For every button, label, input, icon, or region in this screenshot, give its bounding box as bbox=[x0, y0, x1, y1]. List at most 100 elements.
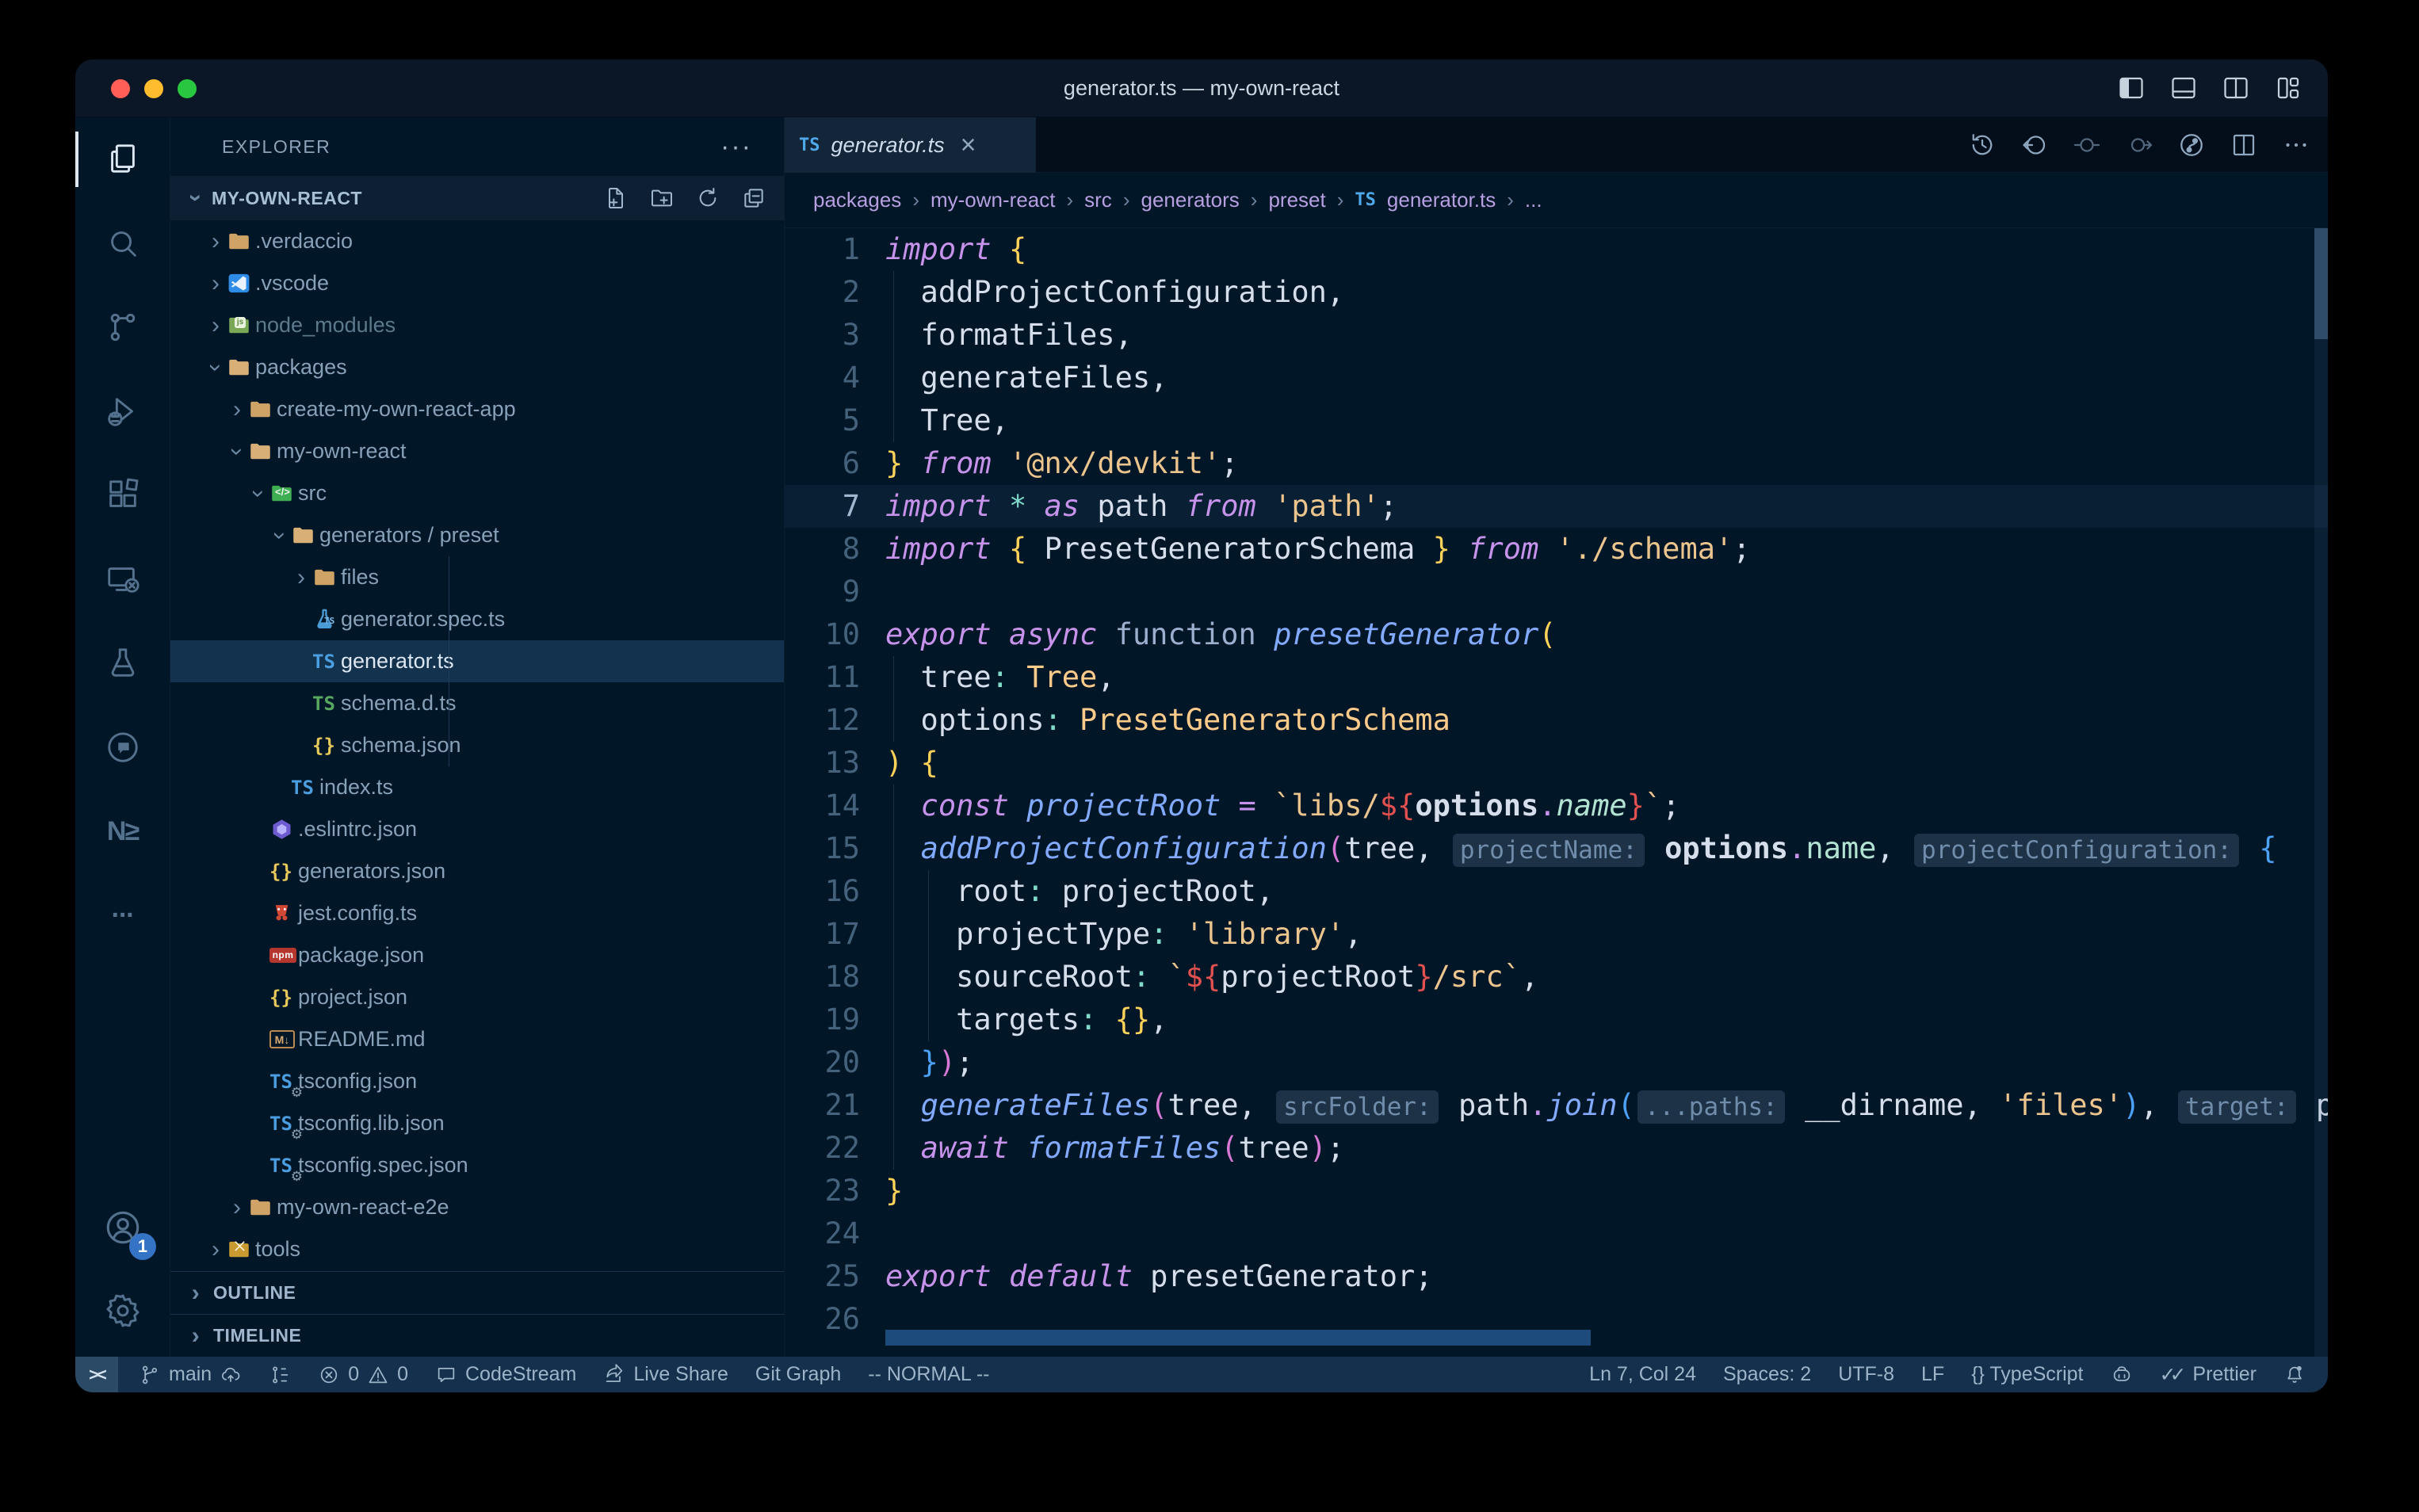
vertical-scrollbar-thumb[interactable] bbox=[2314, 228, 2328, 339]
breadcrumb-item[interactable]: src bbox=[1084, 188, 1112, 212]
activity-nx-console[interactable]: N≥ bbox=[75, 789, 170, 873]
activity-run-debug[interactable] bbox=[75, 369, 170, 453]
status-codestream[interactable]: CodeStream bbox=[435, 1363, 576, 1386]
status-prettier[interactable]: ✓✓Prettier bbox=[2160, 1363, 2257, 1387]
status-live-share[interactable]: Live Share bbox=[603, 1363, 728, 1386]
eslint-file-icon bbox=[269, 808, 298, 850]
close-tab-icon[interactable]: × bbox=[961, 130, 976, 161]
remote-indicator[interactable]: >< bbox=[75, 1357, 118, 1392]
status-vim-mode[interactable]: -- NORMAL -- bbox=[868, 1363, 989, 1386]
tree-item-readme-md[interactable]: M↓README.md bbox=[170, 1018, 784, 1060]
breadcrumb-item[interactable]: packages bbox=[813, 188, 901, 212]
chevron-down-icon: › bbox=[182, 187, 209, 209]
chevron-down-icon: › bbox=[224, 441, 250, 463]
project-name: MY-OWN-REACT bbox=[212, 188, 362, 209]
tab-generator-ts[interactable]: TS generator.ts × bbox=[785, 117, 1036, 173]
status-notifications[interactable] bbox=[2283, 1364, 2306, 1386]
tree-item-node-modules[interactable]: ›jsnode_modules bbox=[170, 304, 784, 346]
new-file-icon[interactable] bbox=[603, 185, 629, 211]
tree-item-tools[interactable]: ›tools bbox=[170, 1228, 784, 1270]
tree-item-generators-json[interactable]: {}generators.json bbox=[170, 850, 784, 892]
tree-item-schema-d-ts[interactable]: TSschema.d.ts bbox=[170, 682, 784, 724]
breadcrumb-file[interactable]: generator.ts bbox=[1387, 188, 1496, 212]
code-editor[interactable]: 1import {2 addProjectConfiguration,3 for… bbox=[785, 228, 2328, 1357]
activity-search[interactable] bbox=[75, 201, 170, 285]
customize-layout-icon[interactable] bbox=[2274, 74, 2302, 102]
breadcrumb-item[interactable]: my-own-react bbox=[931, 188, 1055, 212]
open-previous-revision-icon[interactable] bbox=[2020, 131, 2049, 159]
line-number: 15 bbox=[785, 827, 885, 870]
status-branch[interactable]: main bbox=[139, 1363, 242, 1386]
breadcrumb-item[interactable]: preset bbox=[1268, 188, 1325, 212]
file-history-icon[interactable] bbox=[2177, 131, 2206, 159]
tree-item-generators-preset[interactable]: ›generators / preset bbox=[170, 514, 784, 556]
collapse-all-icon[interactable] bbox=[741, 185, 766, 211]
activity-source-control[interactable] bbox=[75, 285, 170, 369]
files-icon bbox=[105, 141, 141, 178]
activity-explorer[interactable] bbox=[75, 117, 170, 201]
tree-item-project-json[interactable]: {}project.json bbox=[170, 976, 784, 1018]
status-cursor-position[interactable]: Ln 7, Col 24 bbox=[1589, 1363, 1696, 1386]
line-number: 22 bbox=[785, 1127, 885, 1170]
tree-item-schema-json[interactable]: {}schema.json bbox=[170, 724, 784, 766]
toggle-panel-icon[interactable] bbox=[2169, 74, 2198, 102]
settings-gear-button[interactable] bbox=[75, 1271, 170, 1350]
tsconfig-file-icon: TS⚙ bbox=[269, 1102, 298, 1144]
more-actions-icon[interactable] bbox=[2282, 131, 2310, 159]
tree-item-package-json[interactable]: npmpackage.json bbox=[170, 934, 784, 976]
breadcrumb-item[interactable]: generators bbox=[1141, 188, 1239, 212]
status-git-compare[interactable] bbox=[269, 1364, 291, 1386]
tree-item--verdaccio[interactable]: ›.verdaccio bbox=[170, 220, 784, 262]
tree-item-my-own-react[interactable]: ›my-own-react bbox=[170, 430, 784, 472]
tree-item-generator-spec-ts[interactable]: TSgenerator.spec.ts bbox=[170, 598, 784, 640]
tree-item-create-my-own-react-app[interactable]: ›create-my-own-react-app bbox=[170, 388, 784, 430]
status-eol[interactable]: LF bbox=[1921, 1363, 1944, 1386]
status-git-graph[interactable]: Git Graph bbox=[755, 1363, 841, 1386]
typescript-file-icon: TS bbox=[799, 136, 820, 155]
activity-codestream[interactable] bbox=[75, 705, 170, 789]
breadcrumb-symbol-path[interactable]: ... bbox=[1525, 188, 1542, 212]
tree-item-files[interactable]: ›files bbox=[170, 556, 784, 598]
status-encoding[interactable]: UTF-8 bbox=[1838, 1363, 1894, 1386]
tree-item-tsconfig-lib-json[interactable]: TS⚙tsconfig.lib.json bbox=[170, 1102, 784, 1144]
tree-item--eslintrc-json[interactable]: .eslintrc.json bbox=[170, 808, 784, 850]
project-section-header[interactable]: › MY-OWN-REACT bbox=[170, 176, 784, 220]
section-timeline[interactable]: ›TIMELINE bbox=[170, 1314, 784, 1357]
tree-item--vscode[interactable]: ›.vscode bbox=[170, 262, 784, 304]
chevron-right-icon: › bbox=[226, 396, 248, 423]
tree-item-generator-ts[interactable]: TSgenerator.ts bbox=[170, 640, 784, 682]
toggle-secondary-sidebar-icon[interactable] bbox=[2222, 74, 2250, 102]
views-more-actions-icon[interactable]: ··· bbox=[720, 132, 752, 162]
section-outline[interactable]: ›OUTLINE bbox=[170, 1271, 784, 1314]
split-editor-icon[interactable] bbox=[2230, 131, 2258, 159]
status-indentation[interactable]: Spaces: 2 bbox=[1723, 1363, 1811, 1386]
line-number: 2 bbox=[785, 271, 885, 314]
toggle-primary-sidebar-icon[interactable] bbox=[2117, 74, 2146, 102]
activity-bar: N≥··· 1 bbox=[75, 117, 170, 1357]
activity-more[interactable]: ··· bbox=[75, 873, 170, 957]
status-copilot[interactable] bbox=[2111, 1364, 2133, 1386]
bell-icon bbox=[2283, 1364, 2306, 1386]
tree-item-src[interactable]: ›</>src bbox=[170, 472, 784, 514]
typescript-file-icon: TS bbox=[312, 640, 341, 682]
tree-item-jest-config-ts[interactable]: jest.config.ts bbox=[170, 892, 784, 934]
accounts-button[interactable]: 1 bbox=[75, 1184, 170, 1271]
status-problems[interactable]: 00 bbox=[318, 1363, 408, 1386]
activity-extensions[interactable] bbox=[75, 453, 170, 537]
activity-remote-explorer[interactable] bbox=[75, 537, 170, 621]
vertical-scrollbar[interactable] bbox=[2314, 228, 2328, 1357]
tree-item-tsconfig-json[interactable]: TS⚙tsconfig.json bbox=[170, 1060, 784, 1102]
window-title: generator.ts — my-own-react bbox=[75, 59, 2328, 117]
tree-item-tsconfig-spec-json[interactable]: TS⚙tsconfig.spec.json bbox=[170, 1144, 784, 1186]
horizontal-scrollbar-thumb[interactable] bbox=[885, 1330, 1591, 1346]
indent-guide bbox=[928, 870, 929, 1041]
tree-item-index-ts[interactable]: TSindex.ts bbox=[170, 766, 784, 808]
chevron-right-icon: › bbox=[204, 312, 227, 339]
activity-testing[interactable] bbox=[75, 621, 170, 705]
status-language[interactable]: {} TypeScript bbox=[1971, 1363, 2083, 1386]
new-folder-icon[interactable] bbox=[649, 185, 674, 211]
tree-item-packages[interactable]: ›packages bbox=[170, 346, 784, 388]
refresh-icon[interactable] bbox=[695, 185, 720, 211]
tree-item-my-own-react-e2e[interactable]: ›my-own-react-e2e bbox=[170, 1186, 784, 1228]
timeline-history-icon[interactable] bbox=[1968, 131, 1997, 159]
